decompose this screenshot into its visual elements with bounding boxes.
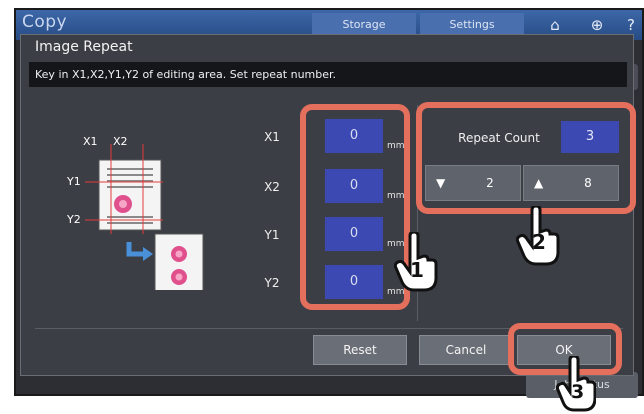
label-x1: X1 — [264, 130, 280, 144]
illustration-label-y1: Y1 — [67, 175, 81, 188]
label-y2: Y2 — [264, 276, 280, 290]
reset-button[interactable]: Reset — [313, 335, 407, 365]
highlight-repeat-count — [416, 102, 636, 214]
image-repeat-illustration — [85, 144, 204, 290]
label-x2: X2 — [264, 180, 280, 194]
app-title: Copy — [22, 12, 68, 32]
help-icon[interactable]: ? — [620, 14, 642, 36]
step-3-number: 3 — [571, 381, 585, 403]
step-2-number: 2 — [532, 230, 546, 254]
dialog-title: Image Repeat — [35, 39, 133, 55]
instruction-message: Key in X1,X2,Y1,Y2 of editing area. Set … — [29, 62, 627, 87]
illustration-label-x2: X2 — [113, 135, 128, 148]
illustration-label-x1: X1 — [83, 135, 98, 148]
home-icon[interactable]: ⌂ — [544, 14, 566, 36]
globe-icon[interactable]: ⊕ — [586, 14, 608, 36]
label-y1: Y1 — [264, 228, 280, 242]
step-1-number: 1 — [410, 258, 424, 282]
illustration-label-y2: Y2 — [67, 213, 81, 226]
cancel-button[interactable]: Cancel — [419, 335, 513, 365]
